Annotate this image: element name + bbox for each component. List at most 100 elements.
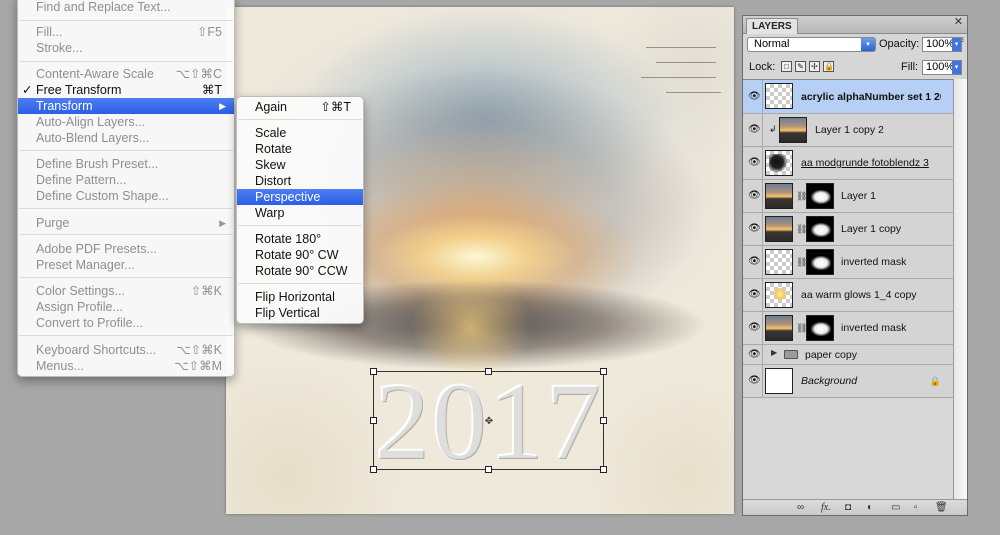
menu-item-find-replace-text[interactable]: Find and Replace Text... <box>18 0 234 15</box>
layer-row-inverted-mask-2[interactable]: 👁 ⛓ inverted mask <box>743 312 953 345</box>
menu-item-define-pattern[interactable]: Define Pattern... <box>18 172 234 188</box>
menu-item-define-custom-shape[interactable]: Define Custom Shape... <box>18 188 234 204</box>
layer-name: Layer 1 <box>841 190 877 202</box>
menu-item-skew[interactable]: Skew <box>237 157 363 173</box>
visibility-eye-icon[interactable]: 👁 <box>748 224 761 234</box>
visibility-eye-icon[interactable]: 👁 <box>748 376 761 386</box>
add-mask-icon[interactable]: ◘ <box>845 501 851 514</box>
visibility-eye-icon[interactable]: 👁 <box>748 125 761 135</box>
lock-icon: 🔒 <box>929 376 941 386</box>
lock-image-icon[interactable]: ✎ <box>795 61 806 72</box>
menu-item-rotate-90-ccw[interactable]: Rotate 90° CCW <box>237 263 363 279</box>
menu-item-purge[interactable]: Purge ▶ <box>18 215 234 231</box>
menu-item-assign-profile[interactable]: Assign Profile... <box>18 299 234 315</box>
handwriting-mark <box>641 77 716 78</box>
layer-row-acrylic-alphanumber[interactable]: 👁 acrylic alphaNumber set 1 20... <box>743 80 953 114</box>
visibility-eye-icon[interactable]: 👁 <box>748 349 761 360</box>
menu-item-warp[interactable]: Warp <box>237 205 363 221</box>
menu-separator <box>238 119 362 120</box>
menu-item-preset-manager[interactable]: Preset Manager... <box>18 257 234 273</box>
visibility-eye-icon[interactable]: 👁 <box>748 290 761 300</box>
menu-item-adobe-pdf-presets[interactable]: Adobe PDF Presets... <box>18 241 234 257</box>
menu-item-content-aware-scale[interactable]: Content-Aware Scale ⌥⇧⌘C <box>18 66 234 82</box>
menu-item-perspective[interactable]: Perspective <box>237 189 363 205</box>
adjustment-layer-icon[interactable]: ◐ <box>867 501 873 514</box>
menu-item-auto-blend-layers[interactable]: Auto-Blend Layers... <box>18 130 234 146</box>
menu-item-rotate[interactable]: Rotate <box>237 141 363 157</box>
layer-name: aa modgrunde fotoblendz 3 <box>801 157 929 169</box>
layer-thumbnail <box>765 282 793 308</box>
submenu-arrow-icon: ▶ <box>219 101 226 111</box>
transform-handle-middle-left[interactable] <box>370 417 377 424</box>
visibility-eye-icon[interactable]: 👁 <box>748 91 761 102</box>
fill-field[interactable]: 100% ▾ <box>922 60 962 75</box>
new-group-folder-icon[interactable]: ▭ <box>891 501 900 514</box>
menu-item-rotate-90-cw[interactable]: Rotate 90° CW <box>237 247 363 263</box>
layer-thumbnail <box>765 183 793 209</box>
menu-item-free-transform[interactable]: ✓ Free Transform ⌘T <box>18 82 234 98</box>
menu-item-flip-vertical[interactable]: Flip Vertical <box>237 305 363 321</box>
menu-item-convert-to-profile[interactable]: Convert to Profile... <box>18 315 234 331</box>
fx-icon[interactable]: fx. <box>821 501 831 514</box>
layer-row-aa-modgrunde[interactable]: 👁 aa modgrunde fotoblendz 3 <box>743 147 953 180</box>
transform-handle-top-right[interactable] <box>600 368 607 375</box>
layer-row-inverted-mask[interactable]: 👁 ⛓ inverted mask <box>743 246 953 279</box>
clipping-mask-icon: ↲ <box>769 124 777 134</box>
layer-row-layer-1[interactable]: 👁 ⛓ Layer 1 <box>743 180 953 213</box>
layer-list: 👁 acrylic alphaNumber set 1 20... 👁 ↲ La… <box>743 79 953 503</box>
blend-mode-select[interactable]: Normal ▾ <box>747 37 876 52</box>
transform-handle-top-center[interactable] <box>485 368 492 375</box>
visibility-eye-icon[interactable]: 👁 <box>748 257 761 267</box>
chevron-down-icon[interactable]: ▾ <box>952 61 961 74</box>
layer-mask-thumbnail[interactable] <box>806 183 834 209</box>
menu-item-distort[interactable]: Distort <box>237 173 363 189</box>
disclosure-triangle-icon[interactable]: ▶ <box>771 348 777 357</box>
transform-handle-middle-right[interactable] <box>600 417 607 424</box>
layer-row-aa-warm-glows[interactable]: 👁 aa warm glows 1_4 copy <box>743 279 953 312</box>
menu-item-stroke[interactable]: Stroke... <box>18 40 234 56</box>
menu-item-auto-align-layers[interactable]: Auto-Align Layers... <box>18 114 234 130</box>
transform-handle-bottom-center[interactable] <box>485 466 492 473</box>
lock-transparency-icon[interactable]: □ <box>781 61 792 72</box>
menu-item-scale[interactable]: Scale <box>237 125 363 141</box>
layer-mask-thumbnail[interactable] <box>806 315 834 341</box>
link-icon[interactable]: ∞ <box>797 501 804 514</box>
menu-separator <box>19 208 233 209</box>
menu-item-menus[interactable]: Menus... ⌥⇧⌘M <box>18 358 234 374</box>
close-icon[interactable]: ✕ <box>954 16 963 28</box>
menu-item-define-brush-preset[interactable]: Define Brush Preset... <box>18 156 234 172</box>
layer-row-layer-1-copy[interactable]: 👁 ⛓ Layer 1 copy <box>743 213 953 246</box>
lock-position-icon[interactable]: ✢ <box>809 61 820 72</box>
menu-item-flip-horizontal[interactable]: Flip Horizontal <box>237 289 363 305</box>
visibility-eye-icon[interactable]: 👁 <box>748 191 761 201</box>
free-transform-bounding-box[interactable]: 2017 ✥ <box>370 366 607 476</box>
transform-handle-bottom-right[interactable] <box>600 466 607 473</box>
layer-row-layer-1-copy-2[interactable]: 👁 ↲ Layer 1 copy 2 <box>743 114 953 147</box>
opacity-field[interactable]: 100% ▾ <box>922 37 962 52</box>
layer-mask-thumbnail[interactable] <box>806 249 834 275</box>
menu-item-again[interactable]: Again ⇧⌘T <box>237 99 363 115</box>
visibility-eye-icon[interactable]: 👁 <box>748 158 761 168</box>
transform-handle-bottom-left[interactable] <box>370 466 377 473</box>
menu-item-rotate-180[interactable]: Rotate 180° <box>237 231 363 247</box>
chevron-down-icon: ▾ <box>861 38 875 51</box>
layer-row-paper-copy-group[interactable]: 👁 ▶ paper copy <box>743 345 953 365</box>
visibility-eye-icon[interactable]: 👁 <box>748 323 761 333</box>
menu-item-color-settings[interactable]: Color Settings... ⇧⌘K <box>18 283 234 299</box>
reference-point-icon[interactable]: ✥ <box>484 417 494 427</box>
trash-icon[interactable]: 🗑 <box>935 501 948 514</box>
menu-item-keyboard-shortcuts[interactable]: Keyboard Shortcuts... ⌥⇧⌘K <box>18 342 234 358</box>
tab-layers[interactable]: LAYERS <box>746 18 798 34</box>
new-layer-icon[interactable]: ▫ <box>914 501 918 514</box>
layer-row-background[interactable]: 👁 Background 🔒 <box>743 365 953 398</box>
layers-scrollbar[interactable] <box>953 79 967 503</box>
menu-item-transform[interactable]: Transform ▶ <box>18 98 234 114</box>
chevron-down-icon[interactable]: ▾ <box>952 38 961 51</box>
layer-mask-thumbnail[interactable] <box>806 216 834 242</box>
lock-all-icon[interactable]: 🔒 <box>823 61 834 72</box>
menu-item-fill[interactable]: Fill... ⇧F5 <box>18 24 234 40</box>
menu-separator <box>19 61 233 62</box>
menu-separator <box>19 234 233 235</box>
transform-handle-top-left[interactable] <box>370 368 377 375</box>
layer-name: Layer 1 copy <box>841 223 902 235</box>
